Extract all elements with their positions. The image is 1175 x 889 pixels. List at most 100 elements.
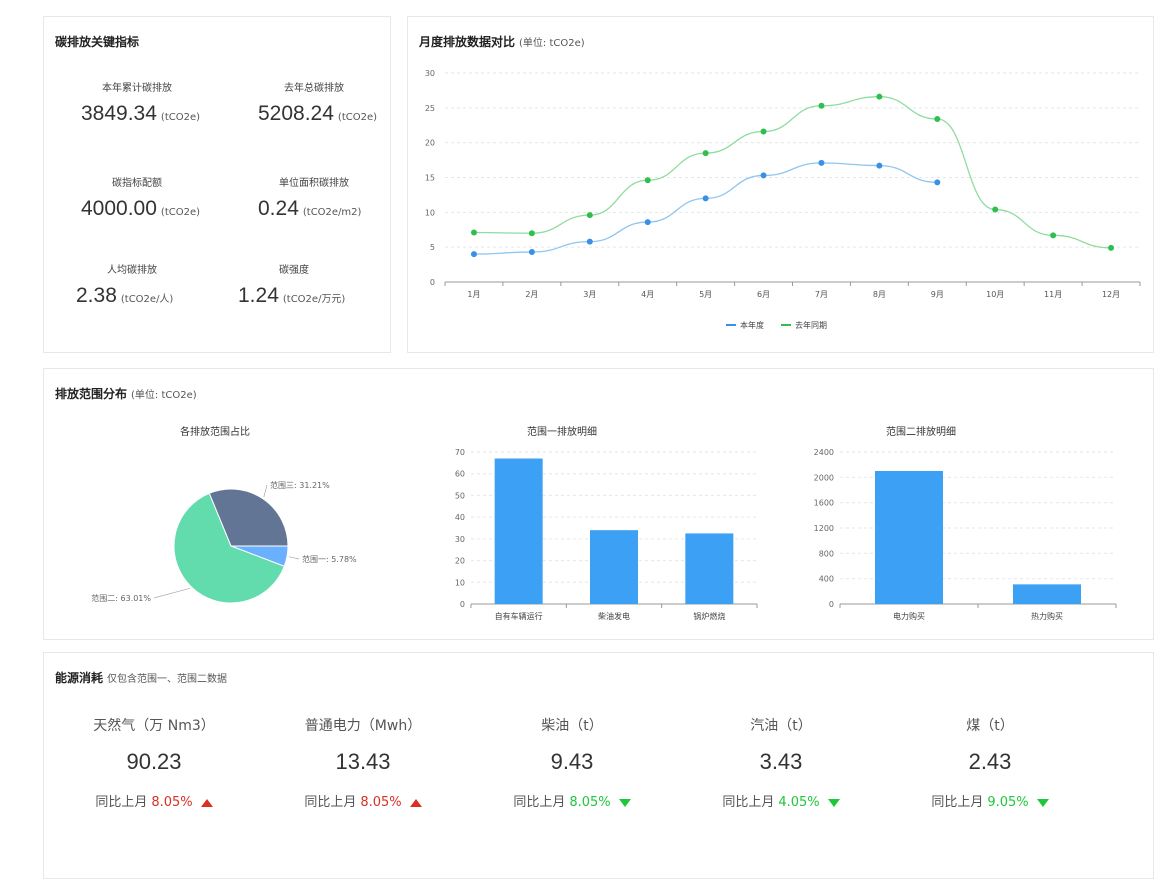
y-tick-label: 1200 [814, 524, 834, 533]
energy-value: 2.43 [968, 749, 1012, 774]
bar-scope1 [494, 458, 543, 604]
pie-label-line [288, 556, 300, 560]
energy-card: 能源消耗 仅包含范围一、范围二数据 天然气（万 Nm3） 90.23 同比上月 8.… [43, 652, 1154, 879]
x-tick-label: 11月 [1044, 290, 1062, 299]
data-point [644, 219, 651, 226]
kpi-last-year-emission: 去年总碳排放 5208.24 (tCO2e) [234, 79, 394, 126]
y-tick-label: 30 [425, 69, 435, 78]
bar-scope1 [590, 530, 638, 604]
data-point [818, 159, 825, 166]
data-point [760, 172, 767, 179]
energy-card-subtitle: 仅包含范围一、范围二数据 [107, 674, 228, 685]
x-tick-label: 8月 [873, 290, 886, 299]
kpi-value: 5208.24 [258, 102, 334, 125]
kpi-per-capita: 人均碳排放 2.38 (tCO2e/人) [52, 261, 212, 308]
energy-value: 3.43 [759, 749, 803, 774]
kpi-label: 人均碳排放 [107, 265, 157, 276]
x-tick-label: 锅炉燃烧 [693, 611, 725, 621]
pie-label: 范围三: 31.21% [270, 480, 330, 490]
x-tick-label: 10月 [986, 290, 1004, 299]
kpi-unit: (tCO2e) [160, 112, 201, 123]
pie-label: 范围一: 5.78% [302, 554, 357, 564]
y-tick-label: 800 [819, 549, 834, 558]
y-tick-label: 20 [455, 557, 465, 566]
y-tick-label: 1600 [814, 499, 834, 508]
y-tick-label: 25 [425, 104, 435, 113]
pie-label-line [263, 484, 268, 498]
x-tick-label: 柴油发电 [598, 611, 630, 621]
kpi-value: 0.24 [258, 197, 299, 220]
kpi-label: 单位面积碳排放 [279, 178, 349, 189]
x-tick-label: 12月 [1102, 290, 1120, 299]
y-tick-label: 60 [455, 470, 465, 479]
data-point [1050, 232, 1057, 239]
y-tick-label: 2400 [814, 448, 834, 457]
scope1-bar-chart: 0 10 20 30 40 50 60 70 自有车辆运行 柴油发电 锅炉燃烧 [455, 448, 758, 621]
x-tick-label: 自有车辆运行 [495, 611, 543, 621]
y-tick-label: 10 [455, 578, 465, 587]
trend-down-icon [827, 798, 840, 807]
energy-cmp-label: 同比上月 [304, 795, 357, 810]
data-point [876, 93, 883, 100]
energy-item-gasoline: 汽油（t） 3.43 同比上月 4.05% [681, 715, 881, 810]
y-tick-label: 50 [455, 491, 465, 500]
y-tick-label: 20 [425, 139, 435, 148]
pie-label: 范围二: 63.01% [91, 593, 151, 603]
kpi-label: 碳强度 [279, 265, 309, 276]
energy-cmp-label: 同比上月 [931, 795, 984, 810]
kpi-card-title: 碳排放关键指标 [55, 35, 140, 49]
energy-value: 13.43 [335, 749, 391, 774]
energy-pct: 9.05% [987, 795, 1029, 810]
pie-label-line [153, 587, 190, 599]
kpi-unit: (tCO2e) [160, 207, 201, 218]
monthly-chart-card: 月度排放数据对比 (单位: tCO2e) 0 5 10 15 20 25 30 1月 2月 3月 4月… [407, 16, 1154, 353]
x-tick-label: 热力购买 [1031, 611, 1063, 621]
energy-label: 煤（t） [966, 718, 1014, 734]
x-tick-label: 3月 [583, 290, 596, 299]
kpi-label: 碳指标配额 [112, 178, 162, 189]
legend-label: 本年度 [740, 320, 764, 330]
kpi-value: 3849.34 [81, 102, 157, 125]
kpi-label: 去年总碳排放 [284, 83, 344, 94]
kpi-intensity: 碳强度 1.24 (tCO2e/万元) [214, 261, 374, 308]
y-tick-label: 70 [455, 448, 465, 457]
data-point [470, 251, 477, 258]
energy-label: 汽油（t） [750, 718, 812, 734]
energy-card-title-text: 能源消耗 [55, 671, 104, 685]
y-tick-label: 10 [425, 208, 435, 217]
x-tick-label: 7月 [815, 290, 828, 299]
kpi-label: 本年累计碳排放 [102, 83, 172, 94]
energy-item-natural-gas: 天然气（万 Nm3） 90.23 同比上月 8.05% [54, 715, 254, 810]
energy-cmp-label: 同比上月 [95, 795, 148, 810]
energy-item-electricity: 普通电力（Mwh） 13.43 同比上月 8.05% [263, 715, 463, 810]
data-point [818, 102, 825, 109]
energy-label: 普通电力（Mwh） [304, 718, 422, 734]
data-point [702, 150, 709, 157]
kpi-ytd-emission: 本年累计碳排放 3849.34 (tCO2e) [57, 79, 217, 126]
data-point [876, 162, 883, 169]
scope2-bar-chart: 0 400 800 1200 1600 2000 2400 电力购买 热力购买 [814, 448, 1117, 621]
data-point [586, 238, 593, 245]
data-point [992, 206, 999, 213]
x-tick-label: 6月 [757, 290, 770, 299]
energy-pct: 8.05% [569, 795, 611, 810]
kpi-unit: (tCO2e) [337, 112, 378, 123]
data-point [528, 230, 535, 237]
kpi-value: 4000.00 [81, 197, 157, 220]
data-point [644, 177, 651, 184]
y-tick-label: 400 [819, 575, 834, 584]
data-point [934, 115, 941, 122]
kpi-unit: (tCO2e/万元) [282, 294, 346, 305]
kpi-per-area: 单位面积碳排放 0.24 (tCO2e/m2) [234, 174, 394, 221]
y-tick-label: 40 [455, 513, 465, 522]
kpi-value: 2.38 [76, 284, 117, 307]
data-point [760, 128, 767, 135]
energy-pct: 4.05% [778, 795, 820, 810]
data-point [1108, 244, 1115, 251]
data-point [702, 195, 709, 202]
data-point [934, 179, 941, 186]
energy-label: 天然气（万 Nm3） [93, 718, 215, 734]
energy-label: 柴油（t） [541, 718, 603, 734]
kpi-unit: (tCO2e/人) [120, 294, 174, 305]
kpi-value: 1.24 [238, 284, 279, 307]
